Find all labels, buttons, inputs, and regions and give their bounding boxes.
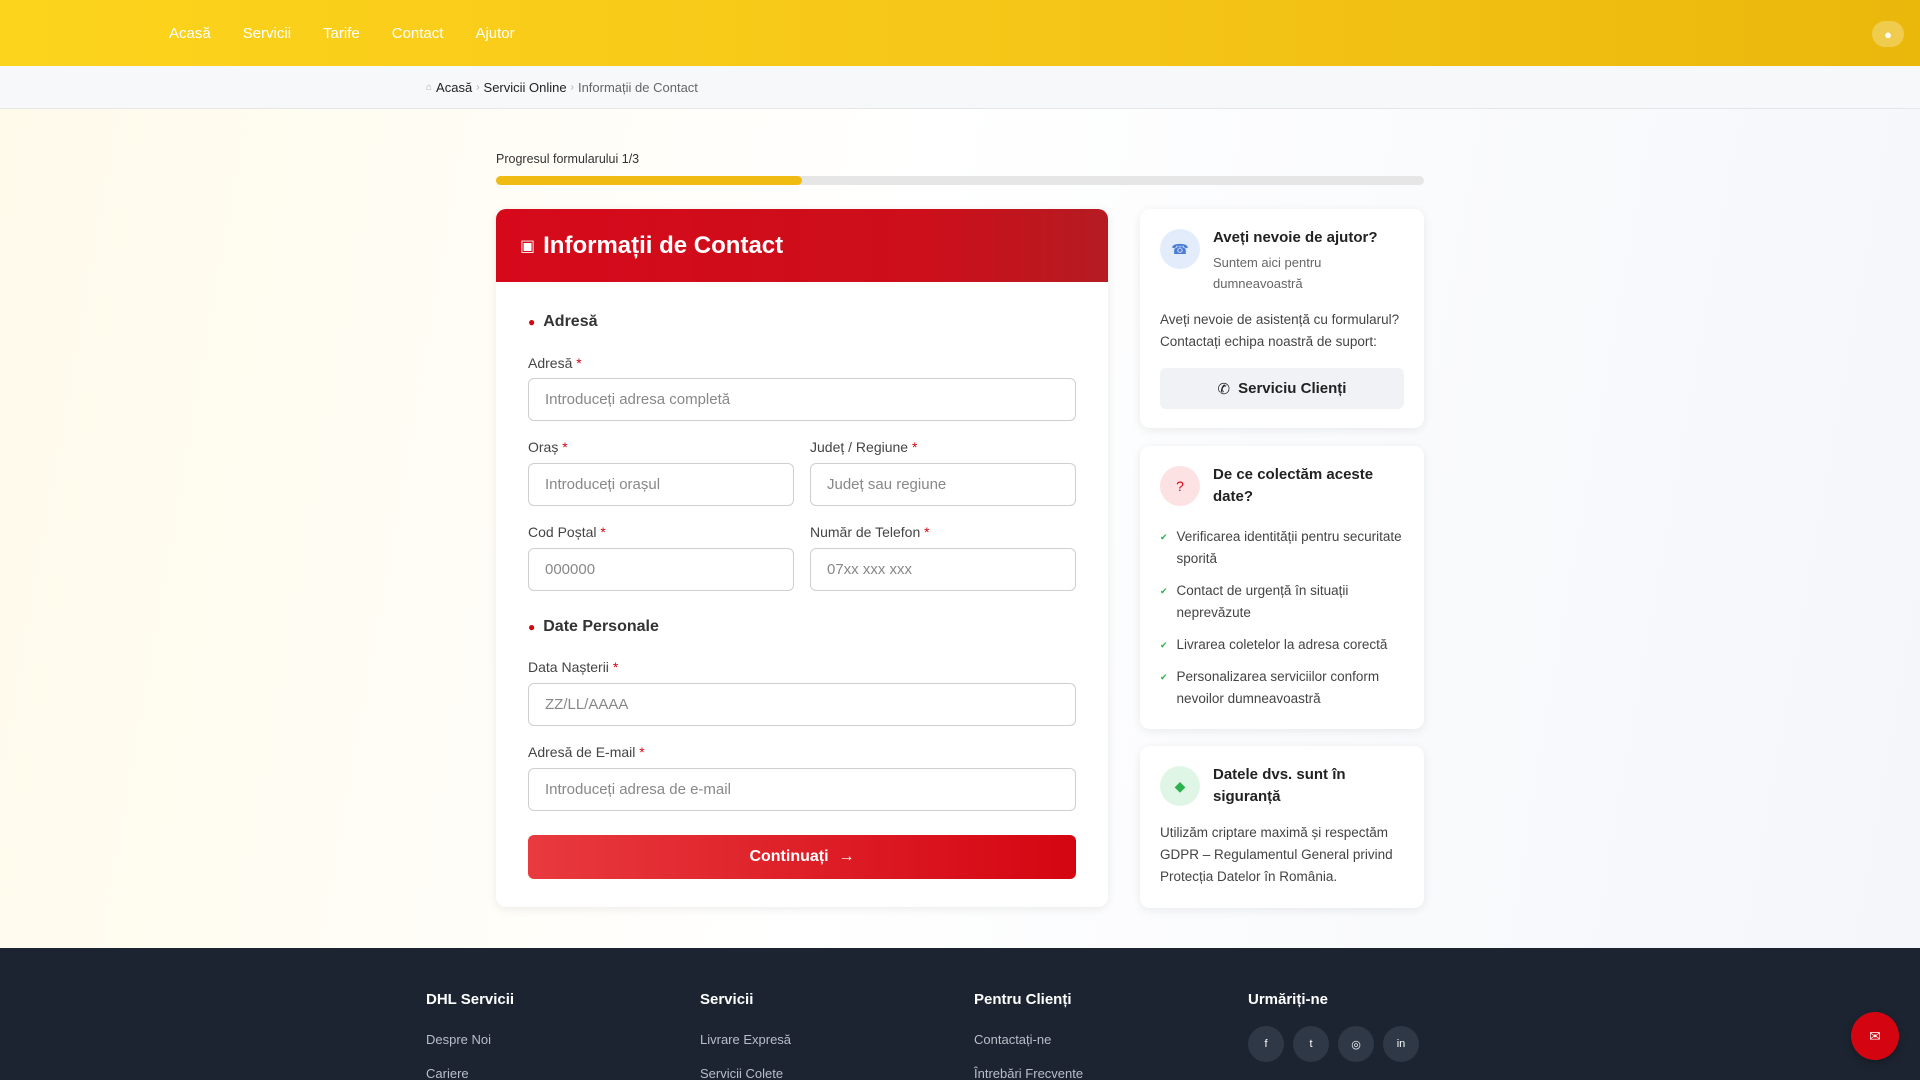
breadcrumb-current: Informații de Contact: [577, 80, 698, 95]
city-input[interactable]: [528, 463, 794, 506]
county-label: Județ / Regiune *: [810, 439, 918, 455]
birth-date-input[interactable]: [528, 683, 1076, 726]
phone-label: Număr de Telefon *: [810, 524, 930, 540]
help-card-subtitle: Suntem aici pentru dumneavoastră: [1213, 255, 1322, 291]
chevron-right-icon: ›: [476, 82, 480, 93]
footer-heading: Pentru Clienți: [974, 991, 1072, 1008]
address-input[interactable]: [528, 378, 1076, 421]
breadcrumb: ⌂ Acasă › Servicii Online › Informații d…: [426, 80, 698, 95]
customer-service-button[interactable]: ✆ Serviciu Clienți: [1160, 368, 1404, 409]
progress-fill: [496, 176, 803, 185]
form-header: ▣ Informații de Contact: [496, 209, 1108, 282]
arrow-right-icon: →: [838, 848, 855, 865]
safe-card-title: Datele dvs. sunt în siguranță: [1213, 766, 1346, 805]
nav-item-help[interactable]: Ajutor: [475, 25, 514, 42]
breadcrumb-home[interactable]: Acasă: [436, 80, 472, 95]
shield-icon: ◆: [1160, 766, 1200, 806]
city-label: Oraș *: [528, 439, 568, 455]
instagram-icon[interactable]: ◎: [1338, 1026, 1374, 1062]
list-item: ✔ Livrarea coletelor la adresa corectă: [1160, 634, 1408, 656]
address-card-icon: ▣: [520, 237, 536, 255]
footer-link[interactable]: Contactați-ne: [974, 1032, 1051, 1047]
why-collect-card: ? De ce colectăm aceste date? ✔ Verificar…: [1140, 446, 1424, 729]
address-section-heading: ● Adresă: [528, 313, 598, 330]
map-marker-icon: ●: [528, 315, 536, 329]
postal-code-input[interactable]: [528, 548, 794, 591]
list-item: ✔ Verificarea identității pentru securita…: [1160, 526, 1408, 570]
main-nav: Acasă Servicii Tarife Contact Ajutor: [169, 0, 515, 66]
footer-heading: Servicii: [700, 991, 754, 1008]
phone-icon: ✆: [1217, 380, 1231, 398]
personal-section-heading: ● Date Personale: [528, 618, 659, 635]
list-item: ✔ Personalizarea serviciilor conform nevo…: [1160, 666, 1408, 710]
phone-input[interactable]: [810, 548, 1076, 591]
check-icon: ✔: [1160, 532, 1168, 542]
check-icon: ✔: [1160, 672, 1168, 682]
twitter-icon[interactable]: t: [1293, 1026, 1329, 1062]
birth-date-label: Data Nașterii *: [528, 659, 619, 675]
help-card-title: Aveți nevoie de ajutor?: [1213, 229, 1378, 246]
nav-item-contact[interactable]: Contact: [392, 25, 444, 42]
help-card: ☎ Aveți nevoie de ajutor? Suntem aici pe…: [1140, 209, 1424, 428]
check-icon: ✔: [1160, 640, 1168, 650]
facebook-icon[interactable]: f: [1248, 1026, 1284, 1062]
footer-link[interactable]: Despre Noi: [426, 1032, 491, 1047]
progress-bar: [496, 176, 1424, 185]
address-label: Adresă *: [528, 355, 582, 371]
chevron-right-icon: ›: [570, 82, 574, 93]
nav-item-rates[interactable]: Tarife: [323, 25, 360, 42]
chat-icon[interactable]: ✉: [1851, 1012, 1899, 1060]
email-input[interactable]: [528, 768, 1076, 811]
footer-link[interactable]: Servicii Colete: [700, 1066, 783, 1080]
list-item: ✔ Contact de urgență în situații neprevăz…: [1160, 580, 1408, 624]
form-title: Informații de Contact: [543, 231, 784, 259]
contact-form-card: ▣ Informații de Contact ● Adresă Adresă …: [496, 209, 1108, 907]
footer-link[interactable]: Livrare Expresă: [700, 1032, 791, 1047]
data-safety-card: ◆ Datele dvs. sunt în siguranță Utilizăm…: [1140, 746, 1424, 908]
question-icon: ?: [1160, 466, 1200, 506]
check-icon: ✔: [1160, 586, 1168, 596]
linkedin-icon[interactable]: in: [1383, 1026, 1419, 1062]
email-label: Adresă de E-mail *: [528, 744, 645, 760]
progress-label: Progresul formularului 1/3: [496, 152, 640, 166]
breadcrumb-online[interactable]: Servicii Online: [484, 80, 567, 95]
postal-code-label: Cod Poștal *: [528, 524, 606, 540]
footer: DHL Servicii Despre Noi Cariere Servicii…: [0, 948, 1920, 1080]
user-icon: ●: [528, 620, 536, 634]
safe-card-text: Utilizăm criptare maximă și respectăm GD…: [1160, 825, 1393, 884]
user-icon[interactable]: ●: [1872, 21, 1904, 47]
nav-item-home[interactable]: Acasă: [169, 25, 211, 42]
why-card-title: De ce colectăm aceste date?: [1213, 466, 1374, 505]
home-icon: ⌂: [426, 82, 433, 93]
headset-icon: ☎: [1160, 229, 1200, 269]
footer-link[interactable]: Întrebări Frecvente: [974, 1066, 1083, 1080]
nav-item-services[interactable]: Servicii: [243, 25, 291, 42]
footer-link[interactable]: Cariere: [426, 1066, 469, 1080]
why-card-list: ✔ Verificarea identității pentru securita…: [1160, 526, 1408, 720]
continue-button[interactable]: Continuați →: [528, 835, 1076, 879]
footer-heading: DHL Servicii: [426, 991, 515, 1008]
county-input[interactable]: [810, 463, 1076, 506]
breadcrumb-bar: ⌂ Acasă › Servicii Online › Informații d…: [0, 66, 1920, 109]
footer-heading: Urmăriți-ne: [1248, 991, 1329, 1008]
help-card-text: Aveți nevoie de asistență cu formularul?…: [1160, 312, 1400, 349]
top-navbar: Acasă Servicii Tarife Contact Ajutor ●: [0, 0, 1920, 66]
